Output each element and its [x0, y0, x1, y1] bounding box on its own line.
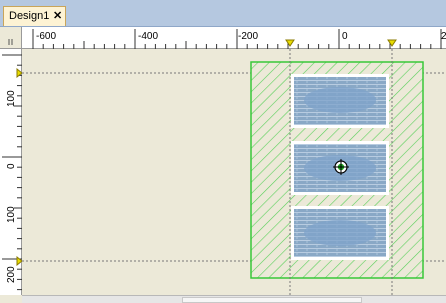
- ruler-label: -400: [138, 31, 158, 42]
- ruler-label: 0: [342, 31, 348, 42]
- ruler-label: 100: [6, 90, 17, 107]
- ruler-corner-icon: [8, 39, 13, 45]
- document-tab-bar: Design1 ✕: [0, 0, 446, 27]
- scrollbar-thumb[interactable]: [182, 297, 362, 303]
- ruler-ticks: [32, 29, 442, 49]
- ruler-label: -600: [36, 31, 56, 42]
- ruler-label: -200: [238, 31, 258, 42]
- close-icon[interactable]: ✕: [53, 9, 62, 22]
- ruler-ticks: [2, 54, 22, 291]
- guide-marker-icon[interactable]: [285, 39, 295, 47]
- ruler-label: 0: [6, 163, 17, 169]
- tab-design1[interactable]: Design1 ✕: [3, 6, 66, 26]
- ruler-label: 200: [6, 266, 17, 283]
- image-placeholder-3[interactable]: [291, 206, 389, 260]
- horizontal-ruler[interactable]: -600 -400 -200 0 2: [22, 27, 446, 49]
- ruler-corner[interactable]: [0, 27, 22, 49]
- horizontal-scrollbar[interactable]: [22, 295, 446, 303]
- tab-label: Design1: [9, 10, 50, 22]
- ruler-label: 100: [6, 206, 17, 223]
- picture-placeholder-icon: [304, 87, 376, 113]
- ruler-label: 2: [441, 31, 446, 42]
- image-placeholder-1[interactable]: [291, 74, 389, 128]
- design-canvas[interactable]: [22, 49, 446, 295]
- vertical-ruler[interactable]: 100 0 100 200: [0, 49, 23, 295]
- guide-marker-icon[interactable]: [387, 39, 397, 47]
- picture-placeholder-icon: [304, 220, 376, 246]
